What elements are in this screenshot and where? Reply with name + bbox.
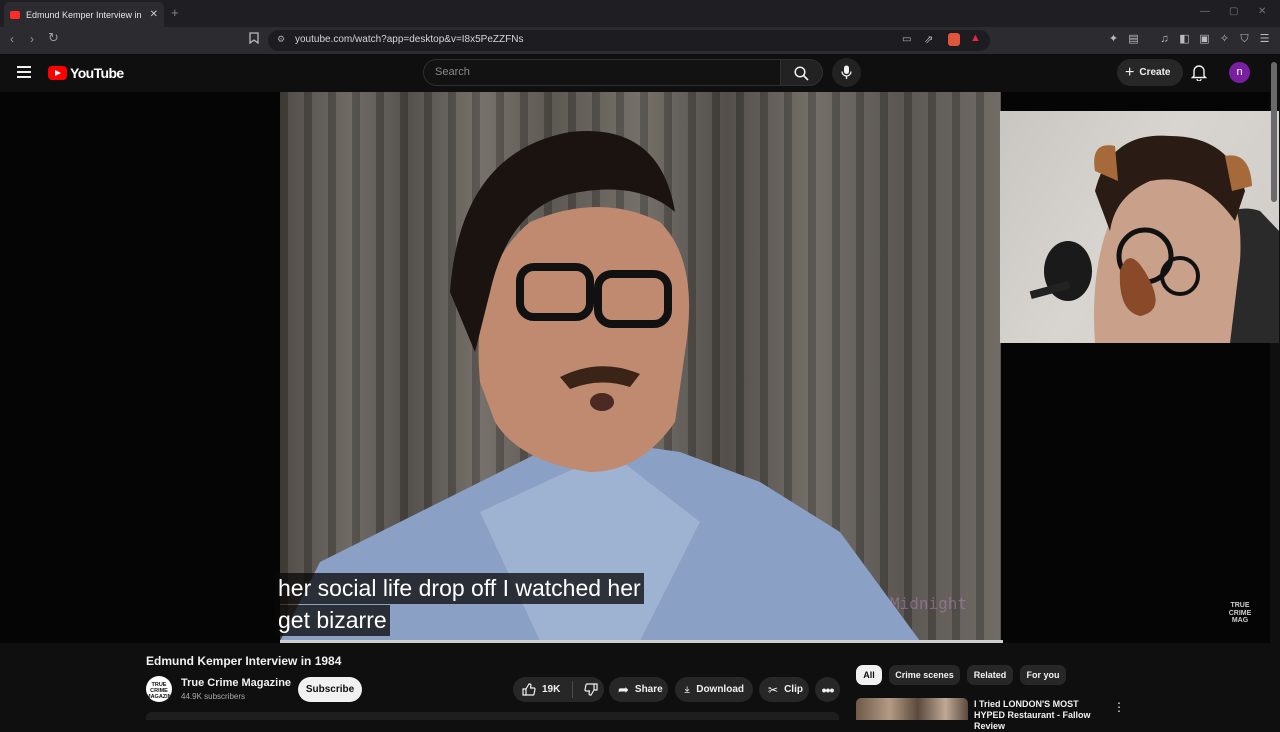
microphone-icon <box>841 65 852 79</box>
webcam-overlay <box>1000 111 1279 343</box>
youtube-logo-text: YouTube <box>70 65 124 81</box>
forward-icon[interactable]: › <box>30 32 34 46</box>
more-actions-button[interactable]: ••• <box>815 677 840 702</box>
reload-icon[interactable]: ↻ <box>48 30 59 46</box>
sidebar-icon[interactable]: ◧ <box>1178 33 1191 46</box>
youtube-favicon-icon <box>10 10 20 19</box>
subscribe-button[interactable]: Subscribe <box>298 677 362 702</box>
search-input[interactable] <box>435 66 765 78</box>
recommendation-thumbnail[interactable] <box>856 698 968 720</box>
account-avatar[interactable]: n <box>1229 62 1250 83</box>
brave-rewards-icon[interactable]: ▲ <box>970 32 981 44</box>
browser-toolbar: ‹ › ↻ ⚙ youtube.com/watch?app=desktop&v=… <box>0 27 1280 54</box>
bookmark-icon[interactable] <box>249 32 259 47</box>
channel-name-link[interactable]: True Crime Magazine <box>181 677 291 689</box>
interviewee-figure <box>280 131 920 641</box>
like-count[interactable]: 19K <box>542 684 560 695</box>
chip-related[interactable]: Related <box>967 665 1013 685</box>
download-label: Download <box>696 684 744 695</box>
subscriber-count: 44.9K subscribers <box>181 692 246 701</box>
video-frame: Midnight <box>280 92 1001 641</box>
chip-all[interactable]: All <box>856 665 882 685</box>
share-button[interactable]: ➦ Share <box>609 677 668 702</box>
leo-ai-icon[interactable]: ✧ <box>1218 33 1231 46</box>
video-progress-bar[interactable] <box>280 640 1003 643</box>
create-button[interactable]: + Create <box>1117 59 1183 86</box>
scissors-icon: ✂ <box>768 682 779 697</box>
channel-watermark[interactable]: TRUE CRIME MAG <box>1227 602 1253 626</box>
youtube-header: YouTube + Create n <box>0 54 1280 92</box>
brave-shield-icon[interactable] <box>948 33 960 46</box>
media-icon[interactable]: ♫ <box>1158 33 1171 46</box>
share-label: Share <box>634 684 663 695</box>
youtube-play-icon <box>48 66 67 80</box>
caption-line-1: her social life drop off I watched her <box>275 573 644 604</box>
share-icon: ➦ <box>618 681 629 697</box>
download-button[interactable]: Download <box>675 677 753 702</box>
description-box[interactable] <box>146 712 839 720</box>
download-icon <box>684 686 690 693</box>
hamburger-menu-icon[interactable] <box>17 66 31 78</box>
address-bar[interactable]: ⚙ youtube.com/watch?app=desktop&v=I8x5Pe… <box>268 30 990 51</box>
wallet-icon[interactable]: ▣ <box>1198 33 1211 46</box>
streamer-webcam-image <box>1029 135 1279 343</box>
search-box <box>423 59 781 86</box>
back-icon[interactable]: ‹ <box>10 32 14 46</box>
cast-icon[interactable]: ▭ <box>902 34 911 45</box>
browser-tab-strip: Edmund Kemper Interview in 19... ✕ + — ▢… <box>0 0 1280 27</box>
youtube-logo[interactable]: YouTube <box>48 65 124 81</box>
video-title: Edmund Kemper Interview in 1984 <box>146 654 342 668</box>
close-window-icon[interactable]: ✕ <box>1258 6 1266 17</box>
create-label: Create <box>1139 67 1171 78</box>
channel-avatar[interactable]: TRUE CRIME MAGAZINE <box>146 676 175 702</box>
search-button[interactable] <box>781 59 823 86</box>
chip-crime-scenes[interactable]: Crime scenes <box>889 665 960 685</box>
minimize-icon[interactable]: — <box>1200 6 1210 17</box>
dislike-icon[interactable] <box>584 683 598 696</box>
clip-button[interactable]: ✂ Clip <box>759 677 809 702</box>
voice-search-button[interactable] <box>832 58 861 87</box>
like-dislike-group: 19K <box>513 677 604 702</box>
captions-overlay: her social life drop off I watched her g… <box>275 573 644 637</box>
page-scrollbar[interactable] <box>1271 62 1277 202</box>
close-tab-icon[interactable]: ✕ <box>150 9 158 20</box>
site-info-icon[interactable]: ⚙ <box>277 34 285 45</box>
search-icon <box>794 66 809 81</box>
share-page-icon[interactable]: ⇗ <box>924 33 933 46</box>
more-vertical-icon[interactable]: ⋮ <box>1113 700 1125 714</box>
more-horizontal-icon: ••• <box>821 681 835 698</box>
video-watermark: Midnight <box>889 594 967 613</box>
maximize-icon[interactable]: ▢ <box>1229 6 1238 17</box>
like-divider <box>572 681 574 698</box>
browser-menu-icon[interactable]: ☰ <box>1258 33 1271 46</box>
chip-for-you[interactable]: For you <box>1020 665 1066 685</box>
new-tab-icon[interactable]: + <box>171 5 179 20</box>
like-icon[interactable] <box>522 683 536 696</box>
clip-label: Clip <box>784 684 803 695</box>
url-text: youtube.com/watch?app=desktop&v=I8x5PeZZ… <box>295 34 524 45</box>
plus-icon: + <box>1125 63 1135 81</box>
browser-tab[interactable]: Edmund Kemper Interview in 19... ✕ <box>4 2 164 27</box>
notifications-bell-icon[interactable] <box>1191 63 1207 81</box>
browser-tab-title: Edmund Kemper Interview in 19... <box>26 9 144 20</box>
reading-list-icon[interactable]: ▤ <box>1127 33 1140 46</box>
caption-line-2: get bizarre <box>275 605 390 636</box>
recommendation-title[interactable]: I Tried LONDON'S MOST HYPED Restaurant -… <box>974 699 1112 732</box>
vpn-icon[interactable]: ⛉ <box>1238 33 1251 46</box>
extensions-icon[interactable]: ✦ <box>1107 33 1120 46</box>
